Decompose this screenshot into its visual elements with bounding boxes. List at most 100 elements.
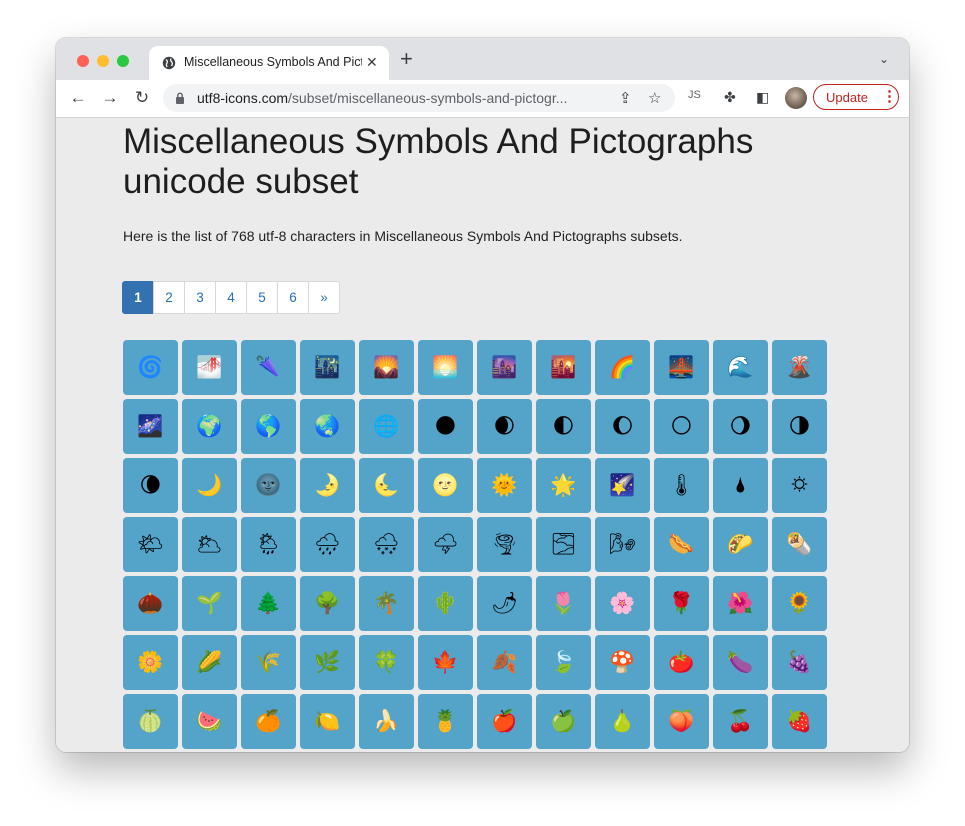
symbol-tile[interactable]: 🌝 [418,458,473,513]
reload-icon[interactable]: ↻ [132,88,152,108]
pagination-page[interactable]: 4 [215,281,247,314]
symbol-tile[interactable]: 🌈 [595,340,650,395]
symbol-tile[interactable]: 🌱 [182,576,237,631]
symbol-tile[interactable]: 🌲 [241,576,296,631]
pagination-page[interactable]: 5 [246,281,278,314]
pagination-page[interactable]: 2 [153,281,185,314]
kebab-menu-icon[interactable]: ⋮ [882,84,897,110]
symbol-tile[interactable]: 🌋 [772,340,827,395]
new-tab-button[interactable]: + [400,48,413,70]
pagination-page[interactable]: 3 [184,281,216,314]
symbol-tile[interactable]: 🌍 [182,399,237,454]
symbol-tile[interactable]: 🍇 [772,635,827,690]
symbol-tile[interactable]: 🌉 [654,340,709,395]
symbol-tile[interactable]: 🍀 [359,635,414,690]
update-button[interactable]: Update ⋮ [813,84,899,110]
symbol-tile[interactable]: 🌔 [595,399,650,454]
symbol-tile[interactable]: 🍐 [595,694,650,749]
symbol-tile[interactable]: 🍈 [123,694,178,749]
symbol-tile[interactable]: 🌴 [359,576,414,631]
symbol-tile[interactable]: 🌚 [241,458,296,513]
share-icon[interactable]: ⇪ [619,89,632,107]
symbol-tile[interactable]: 🌌 [123,399,178,454]
symbol-tile[interactable]: 🌐 [359,399,414,454]
symbol-tile[interactable]: 🌆 [477,340,532,395]
symbol-tile[interactable]: 🌫 [536,517,591,572]
symbol-tile[interactable]: 🌭 [654,517,709,572]
symbol-tile[interactable]: 🍓 [772,694,827,749]
symbol-tile[interactable]: 🌸 [595,576,650,631]
symbol-tile[interactable]: 🌜 [359,458,414,513]
close-window-button[interactable] [77,55,89,67]
pagination-page[interactable]: 6 [277,281,309,314]
symbol-tile[interactable]: 🍅 [654,635,709,690]
pagination-page[interactable]: 1 [122,281,154,314]
symbol-tile[interactable]: 🍉 [182,694,237,749]
symbol-tile[interactable]: 🌬 [595,517,650,572]
symbol-tile[interactable]: 🌖 [713,399,768,454]
symbol-tile[interactable]: 🍑 [654,694,709,749]
symbol-tile[interactable]: 🌺 [713,576,768,631]
symbol-tile[interactable]: 🌻 [772,576,827,631]
symbol-tile[interactable]: 🌠 [595,458,650,513]
symbol-tile[interactable]: 🍏 [536,694,591,749]
symbol-tile[interactable]: 🌧 [300,517,355,572]
symbol-tile[interactable]: 🌮 [713,517,768,572]
symbol-tile[interactable]: 🍆 [713,635,768,690]
back-arrow-icon[interactable]: ← [68,88,88,108]
symbol-tile[interactable]: 🌙 [182,458,237,513]
symbol-tile[interactable]: 🌊 [713,340,768,395]
symbol-tile[interactable]: 🍊 [241,694,296,749]
symbol-tile[interactable]: 🍌 [359,694,414,749]
symbol-tile[interactable]: 🌳 [300,576,355,631]
symbol-tile[interactable]: 🍁 [418,635,473,690]
symbol-tile[interactable]: 🌣 [772,458,827,513]
address-bar[interactable]: utf8-icons.com/subset/miscellaneous-symb… [163,84,675,112]
symbol-tile[interactable]: 🌿 [300,635,355,690]
minimize-window-button[interactable] [97,55,109,67]
symbol-tile[interactable]: 🌨 [359,517,414,572]
symbol-tile[interactable]: 🌢 [713,458,768,513]
url-text[interactable]: utf8-icons.com/subset/miscellaneous-symb… [197,90,617,108]
symbol-tile[interactable]: 🌒 [477,399,532,454]
symbol-tile[interactable]: 🌶 [477,576,532,631]
symbol-tile[interactable]: 🌦 [241,517,296,572]
symbol-tile[interactable]: 🍋 [300,694,355,749]
symbol-tile[interactable]: 🌑 [418,399,473,454]
symbol-tile[interactable]: 🌏 [300,399,355,454]
close-tab-icon[interactable]: ✕ [366,54,378,71]
puzzle-icon[interactable]: ✤ [724,89,736,106]
symbol-tile[interactable]: 🌂 [241,340,296,395]
symbol-tile[interactable]: 🌟 [536,458,591,513]
symbol-tile[interactable]: 🍎 [477,694,532,749]
symbol-tile[interactable]: 🌪 [477,517,532,572]
pagination-next[interactable]: » [308,281,340,314]
symbol-tile[interactable]: 🌞 [477,458,532,513]
symbol-tile[interactable]: 🌹 [654,576,709,631]
symbol-tile[interactable]: 🌓 [536,399,591,454]
tab-active[interactable]: Miscellaneous Symbols And Pictographs ✕ [149,46,389,80]
symbol-tile[interactable]: 🌗 [772,399,827,454]
symbol-tile[interactable]: 🌩 [418,517,473,572]
symbol-tile[interactable]: 🌃 [300,340,355,395]
zoom-window-button[interactable] [117,55,129,67]
symbol-tile[interactable]: 🍄 [595,635,650,690]
js-extension-icon[interactable]: JS [688,89,701,101]
symbol-tile[interactable]: 🌅 [418,340,473,395]
symbol-tile[interactable]: 🍍 [418,694,473,749]
symbol-tile[interactable]: 🌕 [654,399,709,454]
symbol-tile[interactable]: 🌰 [123,576,178,631]
symbol-tile[interactable]: 🍃 [536,635,591,690]
tab-search-chevron-icon[interactable]: ⌄ [879,52,889,66]
symbol-tile[interactable]: 🌼 [123,635,178,690]
forward-arrow-icon[interactable]: → [100,88,120,108]
symbol-tile[interactable]: 🌛 [300,458,355,513]
star-icon[interactable]: ☆ [648,89,661,107]
symbol-tile[interactable]: 🌷 [536,576,591,631]
symbol-tile[interactable]: 🌇 [536,340,591,395]
symbol-tile[interactable]: 🍂 [477,635,532,690]
symbol-tile[interactable]: 🌥 [182,517,237,572]
side-panel-icon[interactable]: ◧ [756,89,769,106]
symbol-tile[interactable]: 🌄 [359,340,414,395]
symbol-tile[interactable]: 🌾 [241,635,296,690]
